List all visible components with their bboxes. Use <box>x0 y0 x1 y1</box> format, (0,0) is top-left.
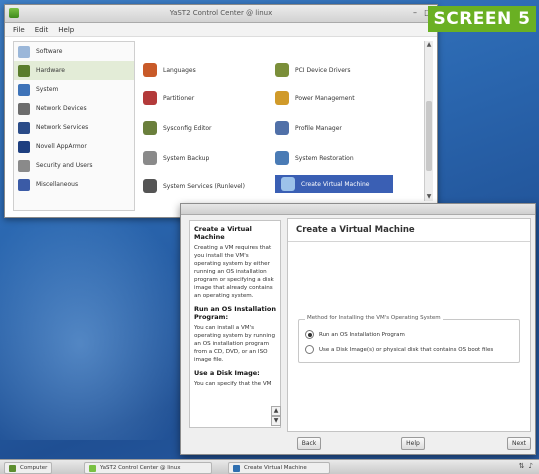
category-novell-apparmor[interactable]: Novell AppArmor <box>14 137 134 156</box>
module-grid: Languages PCI Device Drivers Partitioner… <box>139 41 435 201</box>
wizard-title: Create a Virtual Machine <box>288 219 530 242</box>
system-restoration-icon <box>275 151 289 165</box>
pci-drivers-icon <box>275 63 289 77</box>
install-method-group: Method for Installing the VM's Operating… <box>298 315 520 363</box>
system-icon <box>18 83 30 96</box>
taskbar-yast[interactable]: YaST2 Control Center @ linux <box>84 462 212 474</box>
help-heading: Create a Virtual Machine <box>194 225 252 241</box>
taskbar-create-vm[interactable]: Create Virtual Machine <box>228 462 330 474</box>
category-security-users[interactable]: Security and Users <box>14 156 134 175</box>
help-paragraph: Creating a VM requires that you install … <box>194 245 274 299</box>
power-management-icon <box>275 91 289 105</box>
module-partitioner[interactable]: Partitioner <box>143 89 194 107</box>
category-list: Software Hardware System Network Devices… <box>13 41 135 211</box>
desktop-background <box>0 200 200 440</box>
menu-edit[interactable]: Edit <box>35 26 49 34</box>
scroll-up-icon[interactable]: ▲ <box>425 41 433 49</box>
option-use-disk-image[interactable]: Use a Disk Image(s) or physical disk tha… <box>305 345 493 354</box>
module-scrollbar[interactable]: ▲ ▼ <box>424 41 433 201</box>
help-pane: Create a Virtual Machine Creating a VM r… <box>189 220 281 428</box>
module-create-virtual-machine[interactable]: Create Virtual Machine <box>275 175 393 193</box>
vm-task-icon <box>233 464 240 472</box>
help-button[interactable]: Help <box>401 437 425 450</box>
category-network-devices[interactable]: Network Devices <box>14 99 134 118</box>
scroll-thumb[interactable] <box>426 101 432 171</box>
volume-icon[interactable]: ♪ <box>529 462 533 470</box>
module-system-services[interactable]: System Services (Runlevel) <box>143 177 245 195</box>
profile-manager-icon <box>275 121 289 135</box>
category-miscellaneous[interactable]: Miscellaneous <box>14 175 134 194</box>
sysconfig-editor-icon <box>143 121 157 135</box>
network-devices-icon <box>18 102 30 115</box>
screen-badge: SCREEN 5 <box>428 6 536 32</box>
hardware-icon <box>18 64 30 77</box>
help-heading-disk-image: Use a Disk Image: <box>194 369 260 377</box>
yast-titlebar[interactable]: YaST2 Control Center @ linux – □ <box>5 5 437 23</box>
network-services-icon <box>18 121 30 134</box>
next-button[interactable]: Next <box>507 437 531 450</box>
yast-control-center-window: YaST2 Control Center @ linux – □ File Ed… <box>4 4 438 218</box>
create-vm-window: Create a Virtual Machine Creating a VM r… <box>180 203 536 455</box>
option-use-disk-image-label: Use a Disk Image(s) or physical disk tha… <box>319 346 494 353</box>
software-icon <box>18 45 30 58</box>
vm-titlebar[interactable] <box>181 204 535 215</box>
help-paragraph-disk-image: You can specify that the VM <box>194 381 272 387</box>
option-run-installer-label: Run an OS Installation Program <box>319 331 405 338</box>
system-backup-icon <box>143 151 157 165</box>
yast-task-icon <box>89 464 96 472</box>
help-heading-install: Run an OS Installation Program: <box>194 305 276 321</box>
module-system-restoration[interactable]: System Restoration <box>275 149 354 167</box>
system-tray: ⇅ ♪ <box>519 462 533 470</box>
scroll-down-icon[interactable]: ▼ <box>425 193 433 201</box>
category-hardware[interactable]: Hardware <box>14 61 134 80</box>
module-sysconfig-editor[interactable]: Sysconfig Editor <box>143 119 212 137</box>
category-system[interactable]: System <box>14 80 134 99</box>
virtual-machine-icon <box>281 177 295 191</box>
module-languages[interactable]: Languages <box>143 61 196 79</box>
radio-run-installer[interactable] <box>305 330 314 339</box>
module-system-backup[interactable]: System Backup <box>143 149 209 167</box>
help-scroll-up-icon[interactable]: ▲ <box>271 406 281 416</box>
module-power-management[interactable]: Power Management <box>275 89 355 107</box>
partitioner-icon <box>143 91 157 105</box>
help-scrollbar[interactable]: ▲ ▼ <box>271 220 281 428</box>
category-software[interactable]: Software <box>14 42 134 61</box>
minimize-icon[interactable]: – <box>410 8 420 18</box>
help-paragraph-install: You can install a VM's operating system … <box>194 325 275 363</box>
apparmor-icon <box>18 140 30 153</box>
help-scroll-down-icon[interactable]: ▼ <box>271 416 281 426</box>
computer-icon <box>9 464 16 472</box>
taskbar-computer[interactable]: Computer <box>4 462 53 474</box>
yast-window-title: YaST2 Control Center @ linux <box>169 9 273 17</box>
security-users-icon <box>18 159 30 172</box>
install-method-label: Method for Installing the VM's Operating… <box>305 315 443 321</box>
yast-menubar: File Edit Help <box>5 23 437 37</box>
module-pci-device-drivers[interactable]: PCI Device Drivers <box>275 61 351 79</box>
taskbar: Computer YaST2 Control Center @ linux Cr… <box>0 459 539 474</box>
miscellaneous-icon <box>18 178 30 191</box>
back-button[interactable]: Back <box>297 437 321 450</box>
category-network-services[interactable]: Network Services <box>14 118 134 137</box>
menu-help[interactable]: Help <box>58 26 74 34</box>
wizard-main-pane: Create a Virtual Machine Method for Inst… <box>287 218 531 432</box>
network-icon[interactable]: ⇅ <box>519 462 525 470</box>
option-run-installer[interactable]: Run an OS Installation Program <box>305 330 405 339</box>
module-profile-manager[interactable]: Profile Manager <box>275 119 342 137</box>
system-services-icon <box>143 179 157 193</box>
menu-file[interactable]: File <box>13 26 25 34</box>
radio-use-disk-image[interactable] <box>305 345 314 354</box>
languages-icon <box>143 63 157 77</box>
